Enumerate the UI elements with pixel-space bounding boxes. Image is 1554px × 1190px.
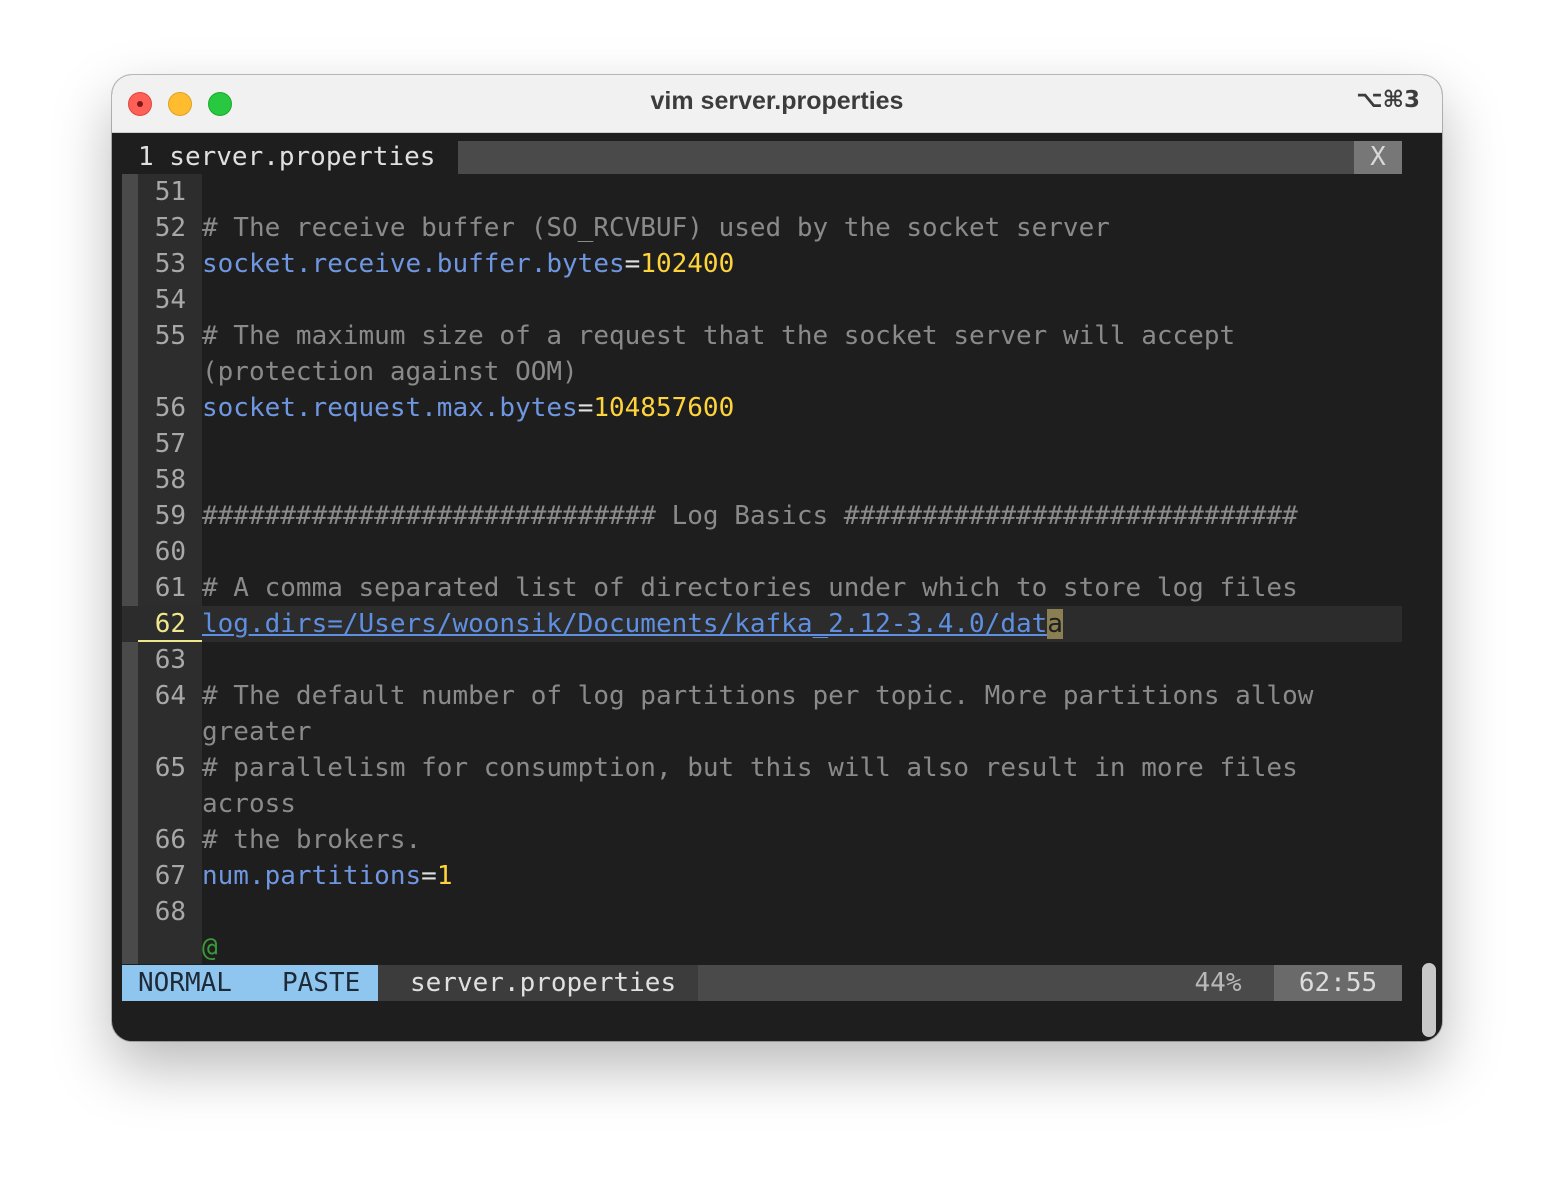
line-text[interactable]: # The receive buffer (SO_RCVBUF) used by… [202, 210, 1110, 246]
cursor-position: 62:55 [1274, 965, 1402, 1001]
line-number: 61 [154, 573, 186, 603]
window-title: vim server.properties [650, 87, 904, 115]
property-value: 104857600 [593, 393, 735, 423]
buffer-line[interactable]: 53 socket.receive.buffer.bytes=102400 [122, 246, 1402, 282]
comment-text: across [202, 789, 296, 819]
mode-label: NORMAL [138, 968, 232, 998]
comment-text: # The maximum size of a request that the… [202, 321, 1236, 351]
equals-sign: = [577, 393, 594, 423]
buffer-line[interactable]: greater [122, 714, 1402, 750]
text-cursor[interactable]: a [1047, 609, 1063, 639]
buffer-line[interactable]: 58 [122, 462, 1402, 498]
line-text[interactable]: socket.request.max.bytes=104857600 [202, 390, 734, 426]
line-number: 65 [154, 753, 186, 783]
property-key: socket.request.max.bytes [202, 393, 578, 423]
truncation-marker: @ [202, 933, 218, 963]
vim-editor[interactable]: 1 server.properties X 51 52 # The receive … [122, 133, 1402, 1041]
buffer-line[interactable]: 61 # A comma separated list of directorie… [122, 570, 1402, 606]
line-text[interactable]: # parallelism for consumption, but this … [202, 750, 1298, 786]
line-number: 55 [154, 321, 186, 351]
buffer-line[interactable]: 60 [122, 534, 1402, 570]
window-shortcut: ⌥⌘3 [1356, 87, 1420, 113]
property-key: num.partitions [202, 861, 422, 891]
buffer-line[interactable]: 59 ############################# Log Basi… [122, 498, 1402, 534]
vim-statusline: NORMAL PASTE server.properties 44% 62:55 [122, 965, 1402, 1001]
buffer-line[interactable]: 54 [122, 282, 1402, 318]
line-number: 68 [154, 897, 186, 927]
line-text[interactable]: (protection against OOM) [202, 354, 578, 390]
comment-text: # The receive buffer (SO_RCVBUF) used by… [202, 213, 1110, 243]
property-value: 1 [436, 861, 453, 891]
mode-indicator: NORMAL PASTE [122, 965, 378, 1001]
buffer-lines[interactable]: 51 52 # The receive buffer (SO_RCVBUF) use… [122, 174, 1402, 966]
equals-sign: = [624, 249, 641, 279]
line-text[interactable]: greater [202, 714, 312, 750]
paste-indicator: PASTE [282, 968, 361, 998]
comment-text: (protection against OOM) [202, 357, 578, 387]
buffer-line[interactable]: 65 # parallelism for consumption, but thi… [122, 750, 1402, 786]
scrollbar[interactable] [1412, 133, 1442, 1041]
comment-text: ############################# Log Basics… [202, 501, 1298, 531]
buffer-line[interactable]: 56 socket.request.max.bytes=104857600 [122, 390, 1402, 426]
buffer-line[interactable]: 51 [122, 174, 1402, 210]
vim-tabline: 1 server.properties X [122, 141, 1402, 174]
line-number: 66 [154, 825, 186, 855]
line-text[interactable]: # The maximum size of a request that the… [202, 318, 1235, 354]
line-number: 57 [154, 429, 186, 459]
line-number: 54 [154, 285, 186, 315]
line-number: 59 [154, 501, 186, 531]
comment-text: # the brokers. [202, 825, 422, 855]
line-number: 58 [154, 465, 186, 495]
buffer-line[interactable]: 52 # The receive buffer (SO_RCVBUF) used … [122, 210, 1402, 246]
tab-close-button[interactable]: X [1354, 141, 1402, 174]
line-text[interactable]: # the brokers. [202, 822, 421, 858]
comment-text: # parallelism for consumption, but this … [202, 753, 1298, 783]
line-text[interactable]: # The default number of log partitions p… [202, 678, 1313, 714]
tab-server-properties[interactable]: 1 server.properties [122, 141, 458, 174]
line-text[interactable]: # A comma separated list of directories … [202, 570, 1298, 606]
line-number: 56 [154, 393, 186, 423]
line-text[interactable]: log.dirs=/Users/woonsik/Documents/kafka_… [202, 606, 1063, 642]
buffer-line[interactable]: across [122, 786, 1402, 822]
property-key: socket.receive.buffer.bytes [202, 249, 625, 279]
scrollbar-thumb[interactable] [1422, 963, 1436, 1037]
line-number: 64 [154, 681, 186, 711]
buffer-line[interactable]: 63 [122, 642, 1402, 678]
buffer-line[interactable]: 55 # The maximum size of a request that t… [122, 318, 1402, 354]
comment-text: # A comma separated list of directories … [202, 573, 1298, 603]
buffer-line[interactable]: 68 [122, 894, 1402, 930]
line-text[interactable]: ############################# Log Basics… [202, 498, 1298, 534]
line-text[interactable]: across [202, 786, 296, 822]
line-text[interactable]: @ [202, 930, 218, 966]
comment-text: # The default number of log partitions p… [202, 681, 1314, 711]
buffer-line[interactable]: @ [122, 930, 1402, 966]
comment-text: greater [202, 717, 312, 747]
line-text[interactable]: num.partitions=1 [202, 858, 452, 894]
scroll-percent: 44% [1162, 965, 1274, 1001]
terminal-window: vim server.properties ⌥⌘3 1 server.prope… [112, 75, 1442, 1041]
statusline-filename: server.properties [378, 965, 698, 1001]
line-number: 62 [154, 609, 186, 639]
buffer-line[interactable]: (protection against OOM) [122, 354, 1402, 390]
line-number: 67 [154, 861, 186, 891]
title-bar[interactable]: vim server.properties ⌥⌘3 [112, 75, 1442, 133]
line-number: 52 [154, 213, 186, 243]
buffer-line[interactable]: 57 [122, 426, 1402, 462]
equals-sign: = [421, 861, 437, 891]
buffer-line[interactable]: 67 num.partitions=1 [122, 858, 1402, 894]
path-value: log.dirs=/Users/woonsik/Documents/kafka_… [202, 609, 1048, 639]
line-text[interactable]: socket.receive.buffer.bytes=102400 [202, 246, 734, 282]
line-number: 51 [154, 177, 186, 207]
line-number: 60 [154, 537, 186, 567]
buffer-line[interactable]: 66 # the brokers. [122, 822, 1402, 858]
buffer-line[interactable]: 64 # The default number of log partitions… [122, 678, 1402, 714]
line-number: 53 [154, 249, 186, 279]
line-number: 63 [154, 645, 186, 675]
property-value: 102400 [640, 249, 735, 279]
current-line[interactable]: 62 log.dirs=/Users/woonsik/Documents/kafk… [122, 606, 1402, 642]
